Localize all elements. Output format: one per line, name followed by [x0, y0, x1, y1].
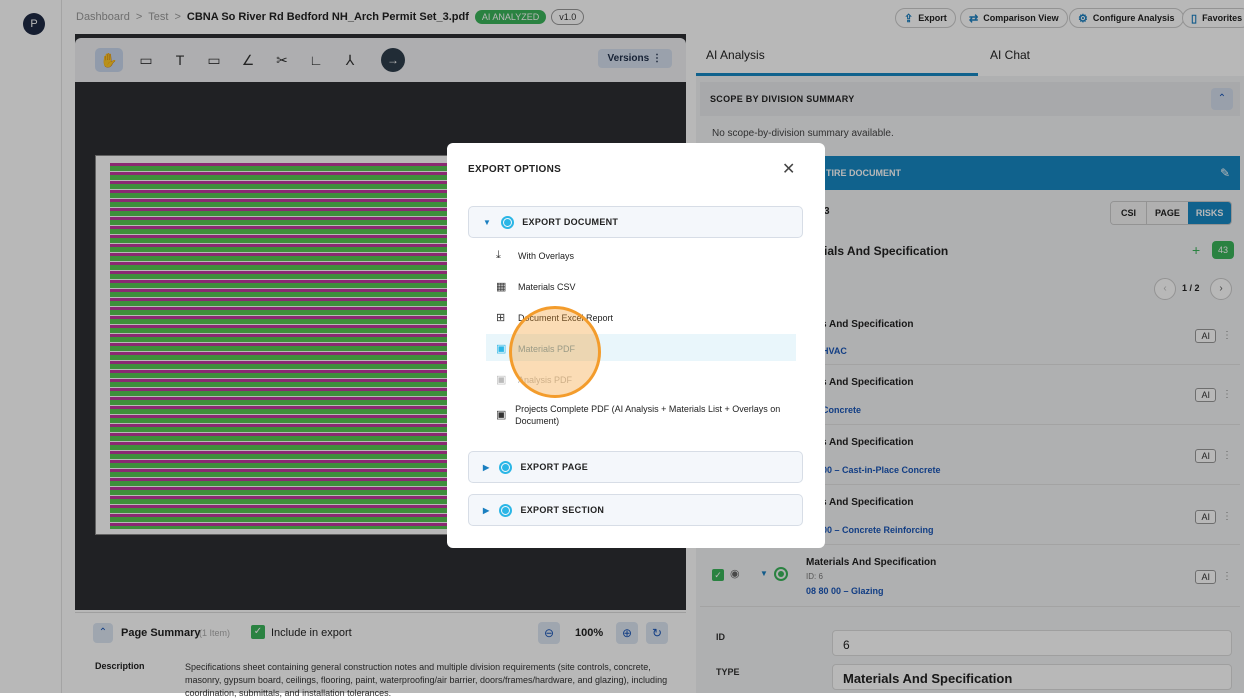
export-section-section[interactable]: ▶ EXPORT SECTION [468, 494, 803, 526]
option-with-overlays[interactable]: ⤓ With Overlays [496, 249, 574, 262]
grid-icon: ⊞ [496, 312, 506, 324]
pdf-icon: ▣ [496, 409, 507, 421]
export-page-section[interactable]: ▶ EXPORT PAGE [468, 451, 803, 483]
close-icon[interactable]: ✕ [782, 159, 795, 179]
radio-selected-icon[interactable] [499, 503, 513, 517]
radio-selected-icon[interactable] [501, 215, 515, 229]
chevron-right-icon: ▶ [483, 462, 490, 472]
option-materials-csv[interactable]: ▦ Materials CSV [496, 280, 576, 293]
export-options-modal: EXPORT OPTIONS ✕ ▼ EXPORT DOCUMENT ⤓ With… [447, 143, 825, 548]
modal-title: EXPORT OPTIONS [468, 164, 562, 175]
option-projects-complete-pdf[interactable]: ▣ Projects Complete PDF (AI Analysis + Ma… [496, 403, 786, 427]
export-document-section[interactable]: ▼ EXPORT DOCUMENT [468, 206, 803, 238]
table-icon: ▦ [496, 281, 507, 293]
download-icon: ⤓ [496, 249, 501, 261]
chevron-right-icon: ▶ [483, 505, 490, 515]
radio-selected-icon[interactable] [499, 460, 513, 474]
cursor-highlight [509, 306, 601, 398]
chevron-down-icon: ▼ [483, 217, 492, 227]
